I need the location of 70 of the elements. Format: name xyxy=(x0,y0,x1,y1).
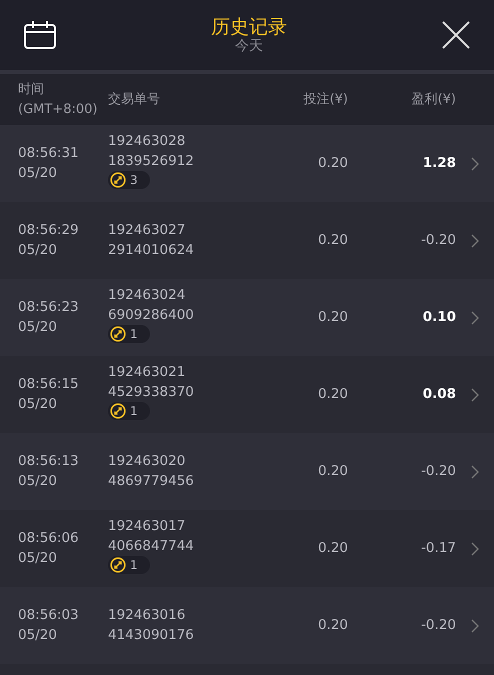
chevron-right-icon[interactable] xyxy=(471,310,479,324)
badge-count: 1 xyxy=(130,559,138,572)
page-title: 历史记录 xyxy=(211,16,287,38)
date-cell-text: 05/20 xyxy=(18,548,58,568)
close-icon[interactable] xyxy=(442,21,470,49)
badge-count: 1 xyxy=(130,405,138,418)
chevron-right-icon[interactable] xyxy=(471,618,479,632)
spin-icon xyxy=(110,172,126,188)
order-id: 192463016 xyxy=(108,606,186,625)
order-id: 192463024 xyxy=(108,286,186,306)
table-row[interactable]: 08:56:31 05/20 192463028 1839526912 3 0.20 1.28 xyxy=(0,125,494,202)
order-number: 4529338370 xyxy=(108,382,195,402)
chevron-right-icon[interactable] xyxy=(471,234,479,248)
calendar-icon[interactable] xyxy=(24,21,56,49)
profit-cell-text: 0.08 xyxy=(422,385,456,404)
bet-cell-text: 0.20 xyxy=(316,154,348,174)
profit-cell-text: -0.20 xyxy=(420,616,456,636)
bet-cell-text: 0.20 xyxy=(316,231,348,250)
spin-icon xyxy=(110,326,126,342)
profit-cell-text: -0.20 xyxy=(420,462,456,482)
time-cell-text: 08:56:29 xyxy=(18,220,80,240)
column-header: 投注(¥) xyxy=(302,90,348,109)
profit-cell-text: -0.20 xyxy=(420,231,456,250)
time-cell-text: 08:56:23 xyxy=(18,298,80,317)
time-cell-text: 08:56:15 xyxy=(18,374,80,394)
order-number: 2914010624 xyxy=(108,240,195,260)
time-cell-text: 08:56:06 xyxy=(18,528,80,548)
order-number: 4143090176 xyxy=(108,626,195,644)
badge-count: 1 xyxy=(130,328,138,340)
profit-cell-text: 1.28 xyxy=(422,154,456,174)
chevron-right-icon[interactable] xyxy=(471,464,479,478)
order-id: 192463027 xyxy=(108,220,186,240)
spin-icon xyxy=(110,557,126,574)
order-id: 192463020 xyxy=(108,452,186,471)
date-cell-text: 05/20 xyxy=(18,240,58,260)
bet-cell-text: 0.20 xyxy=(316,385,348,404)
time-cell-text: 08:56:31 xyxy=(18,144,80,163)
order-number: 6909286400 xyxy=(108,306,195,325)
bet-cell-text: 0.20 xyxy=(316,539,348,558)
order-id: 192463028 xyxy=(108,132,186,152)
date-filter-label[interactable]: 今天 xyxy=(211,38,287,54)
column-header: 时间 xyxy=(18,81,45,99)
chevron-right-icon[interactable] xyxy=(471,388,479,402)
badge-count: 3 xyxy=(130,174,138,186)
date-cell-text: 05/20 xyxy=(18,394,58,414)
time-cell-text: 08:56:13 xyxy=(18,452,80,471)
order-number: 4869779456 xyxy=(108,472,195,490)
bet-cell-text: 0.20 xyxy=(316,462,348,482)
spin-icon xyxy=(110,403,126,420)
order-id: 192463021 xyxy=(108,363,186,382)
order-id: 192463017 xyxy=(108,517,186,536)
order-number: 1839526912 xyxy=(108,152,195,171)
profit-cell-text: 0.10 xyxy=(422,308,456,328)
profit-cell-text: -0.17 xyxy=(420,539,456,558)
order-number: 4066847744 xyxy=(108,536,195,556)
date-cell-text: 05/20 xyxy=(18,164,58,182)
column-header: (GMT+8:00) xyxy=(18,100,98,118)
bet-cell-text: 0.20 xyxy=(316,616,348,636)
time-cell-text: 08:56:03 xyxy=(18,606,80,625)
column-header: 交易单号 xyxy=(108,90,161,109)
date-cell-text: 05/20 xyxy=(18,318,58,336)
chevron-right-icon[interactable] xyxy=(471,542,479,556)
chevron-right-icon[interactable] xyxy=(471,156,479,170)
column-header: 盈利(¥) xyxy=(410,90,456,109)
table-row[interactable]: 08:56:13 05/20 192463020 4869779456 0.20 -0.20 xyxy=(0,433,494,510)
date-cell-text: 05/20 xyxy=(18,472,58,490)
date-cell-text: 05/20 xyxy=(18,626,58,644)
table-row[interactable]: 08:56:03 05/20 192463016 4143090176 0.20 -0.20 xyxy=(0,587,494,664)
bet-cell-text: 0.20 xyxy=(316,308,348,328)
table-row[interactable]: 08:56:23 05/20 192463024 6909286400 1 0.20 0.10 xyxy=(0,279,494,356)
